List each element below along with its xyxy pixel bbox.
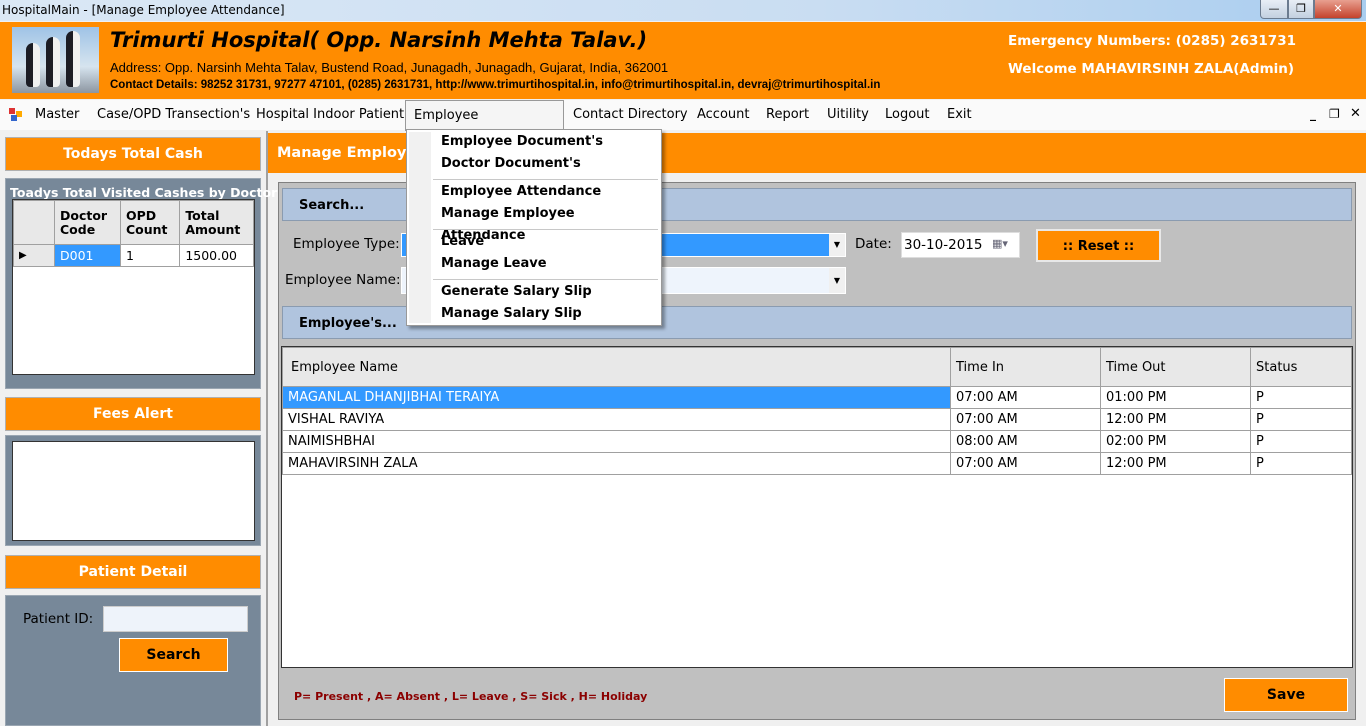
table-row[interactable]: ▶ D001 1 1500.00 (13, 244, 254, 267)
emergency-numbers: Emergency Numbers: (0285) 2631731 (1008, 33, 1296, 49)
date-picker[interactable]: 30-10-2015 ▦▾ (901, 232, 1020, 258)
window-title-bar: HospitalMain - [Manage Employee Attendan… (0, 0, 1366, 21)
menu-item-employee-attendance[interactable]: Employee Attendance (441, 181, 651, 203)
penguin-logo (12, 27, 99, 93)
welcome-user: Welcome MAHAVIRSINH ZALA(Admin) (1008, 61, 1295, 77)
menu-indoor-patient[interactable]: Hospital Indoor Patient (248, 100, 412, 130)
col-doctor-code[interactable]: Doctor Code (54, 200, 121, 245)
todays-total-cash-button[interactable]: Todays Total Cash (5, 137, 261, 171)
chevron-down-icon[interactable]: ▼ (829, 234, 845, 256)
menu-exit[interactable]: Exit (939, 100, 980, 130)
menu-item-generate-salary-slip[interactable]: Generate Salary Slip (441, 281, 651, 303)
col-time-in[interactable]: Time In (950, 347, 1101, 387)
cell-employee-name[interactable]: MAGANLAL DHANJIBHAI TERAIYA (282, 386, 951, 409)
mdi-close-icon[interactable]: ✕ (1350, 106, 1361, 121)
menu-separator (433, 279, 658, 280)
patient-id-input[interactable] (103, 606, 248, 632)
col-opd-count[interactable]: OPD Count (119, 200, 181, 245)
cell-total-amount[interactable]: 1500.00 (179, 244, 254, 267)
row-pointer-icon: ▶ (13, 244, 55, 267)
menu-bar: Master Case/OPD Transection's Hospital I… (0, 100, 1366, 153)
menu-item-manage-salary-slip[interactable]: Manage Salary Slip (441, 303, 651, 325)
menu-logout[interactable]: Logout (877, 100, 938, 130)
date-value: 30-10-2015 (904, 237, 983, 253)
status-legend: P= Present , A= Absent , L= Leave , S= S… (294, 690, 648, 703)
menu-utility[interactable]: Uitility (819, 100, 877, 130)
cell-opd-count[interactable]: 1 (119, 244, 181, 267)
visited-cashes-panel: Toadys Total Visited Cashes by Doctors D… (5, 178, 285, 389)
cell-employee-name[interactable]: VISHAL RAVIYA (282, 408, 951, 431)
menu-report[interactable]: Report (758, 100, 817, 130)
employee-name-label: Employee Name: (285, 272, 401, 288)
calendar-icon[interactable]: ▦▾ (992, 237, 1008, 250)
hospital-name: Trimurti Hospital( Opp. Narsinh Mehta Ta… (110, 28, 648, 52)
fees-alert-panel (5, 435, 261, 546)
reset-button[interactable]: :: Reset :: (1036, 229, 1161, 262)
menu-account[interactable]: Account (689, 100, 758, 130)
patient-id-label: Patient ID: (23, 611, 94, 627)
cell-employee-name[interactable]: NAIMISHBHAI (282, 430, 951, 453)
patient-detail-panel: Patient ID: Search (5, 595, 261, 726)
close-window-button[interactable]: ✕ (1314, 0, 1362, 19)
cell-time-out[interactable]: 12:00 PM (1100, 408, 1251, 431)
fees-alert-list[interactable] (12, 441, 255, 541)
date-label: Date: (855, 236, 892, 252)
restore-window-button[interactable]: ❐ (1288, 0, 1314, 19)
visited-cashes-label: Toadys Total Visited Cashes by Doctors (10, 185, 285, 200)
menu-master[interactable]: Master (27, 100, 87, 130)
app-menu-icon[interactable] (9, 108, 22, 121)
cell-time-out[interactable]: 02:00 PM (1100, 430, 1251, 453)
menu-item-manage-employee-attendance[interactable]: Manage Employee Attendance (441, 203, 651, 243)
table-row[interactable]: MAHAVIRSINH ZALA 07:00 AM 12:00 PM P (282, 452, 1352, 475)
menu-item-manage-leave[interactable]: Manage Leave (441, 253, 651, 275)
cell-employee-name[interactable]: MAHAVIRSINH ZALA (282, 452, 951, 475)
cell-time-in[interactable]: 07:00 AM (950, 408, 1101, 431)
cell-status[interactable]: P (1250, 408, 1352, 431)
cell-time-in[interactable]: 08:00 AM (950, 430, 1101, 453)
col-total-amount[interactable]: Total Amount (179, 200, 254, 245)
cell-doctor-code[interactable]: D001 (54, 244, 121, 267)
table-row[interactable]: VISHAL RAVIYA 07:00 AM 12:00 PM P (282, 408, 1352, 431)
employee-type-label: Employee Type: (293, 236, 400, 252)
save-button[interactable]: Save (1224, 678, 1348, 712)
doctor-cash-grid: Doctor Code OPD Count Total Amount ▶ D00… (12, 199, 255, 375)
chevron-down-icon[interactable]: ▼ (829, 268, 845, 293)
patient-detail-button[interactable]: Patient Detail (5, 555, 261, 589)
menu-item-doctor-documents[interactable]: Doctor Document's (441, 153, 651, 175)
col-employee-name[interactable]: Employee Name (282, 347, 951, 387)
cell-time-in[interactable]: 07:00 AM (950, 452, 1101, 475)
cell-status[interactable]: P (1250, 430, 1352, 453)
cell-status[interactable]: P (1250, 452, 1352, 475)
cell-status[interactable]: P (1250, 386, 1352, 409)
cell-time-in[interactable]: 07:00 AM (950, 386, 1101, 409)
table-row[interactable]: NAIMISHBHAI 08:00 AM 02:00 PM P (282, 430, 1352, 453)
menu-contact-directory[interactable]: Contact Directory (565, 100, 696, 130)
menu-separator (433, 179, 658, 180)
attendance-grid: Employee Name Time In Time Out Status MA… (281, 346, 1353, 668)
menu-separator (433, 229, 658, 230)
fees-alert-button[interactable]: Fees Alert (5, 397, 261, 431)
menu-case-opd[interactable]: Case/OPD Transection's (89, 100, 258, 130)
mdi-minimize-icon[interactable]: _ (1310, 107, 1316, 121)
menu-item-employee-documents[interactable]: Employee Document's (441, 131, 651, 153)
cell-time-out[interactable]: 01:00 PM (1100, 386, 1251, 409)
minimize-window-button[interactable]: — (1260, 0, 1288, 19)
table-row[interactable]: MAGANLAL DHANJIBHAI TERAIYA 07:00 AM 01:00… (282, 386, 1352, 409)
app-header: Trimurti Hospital( Opp. Narsinh Mehta Ta… (0, 22, 1366, 99)
menu-item-leave[interactable]: Leave (441, 231, 651, 253)
hospital-contact: Contact Details: 98252 31731, 97277 4710… (110, 79, 881, 91)
patient-search-button[interactable]: Search (119, 638, 228, 672)
hospital-address: Address: Opp. Narsinh Mehta Talav, Buste… (110, 60, 669, 75)
mdi-restore-icon[interactable]: ❐ (1329, 107, 1340, 121)
col-status[interactable]: Status (1250, 347, 1352, 387)
window-title: HospitalMain - [Manage Employee Attendan… (2, 3, 285, 17)
col-time-out[interactable]: Time Out (1100, 347, 1251, 387)
employee-transection-dropdown: Employee Document's Doctor Document's Em… (406, 129, 662, 326)
menu-employee-transection[interactable]: Employee Transection's (405, 100, 564, 153)
cell-time-out[interactable]: 12:00 PM (1100, 452, 1251, 475)
